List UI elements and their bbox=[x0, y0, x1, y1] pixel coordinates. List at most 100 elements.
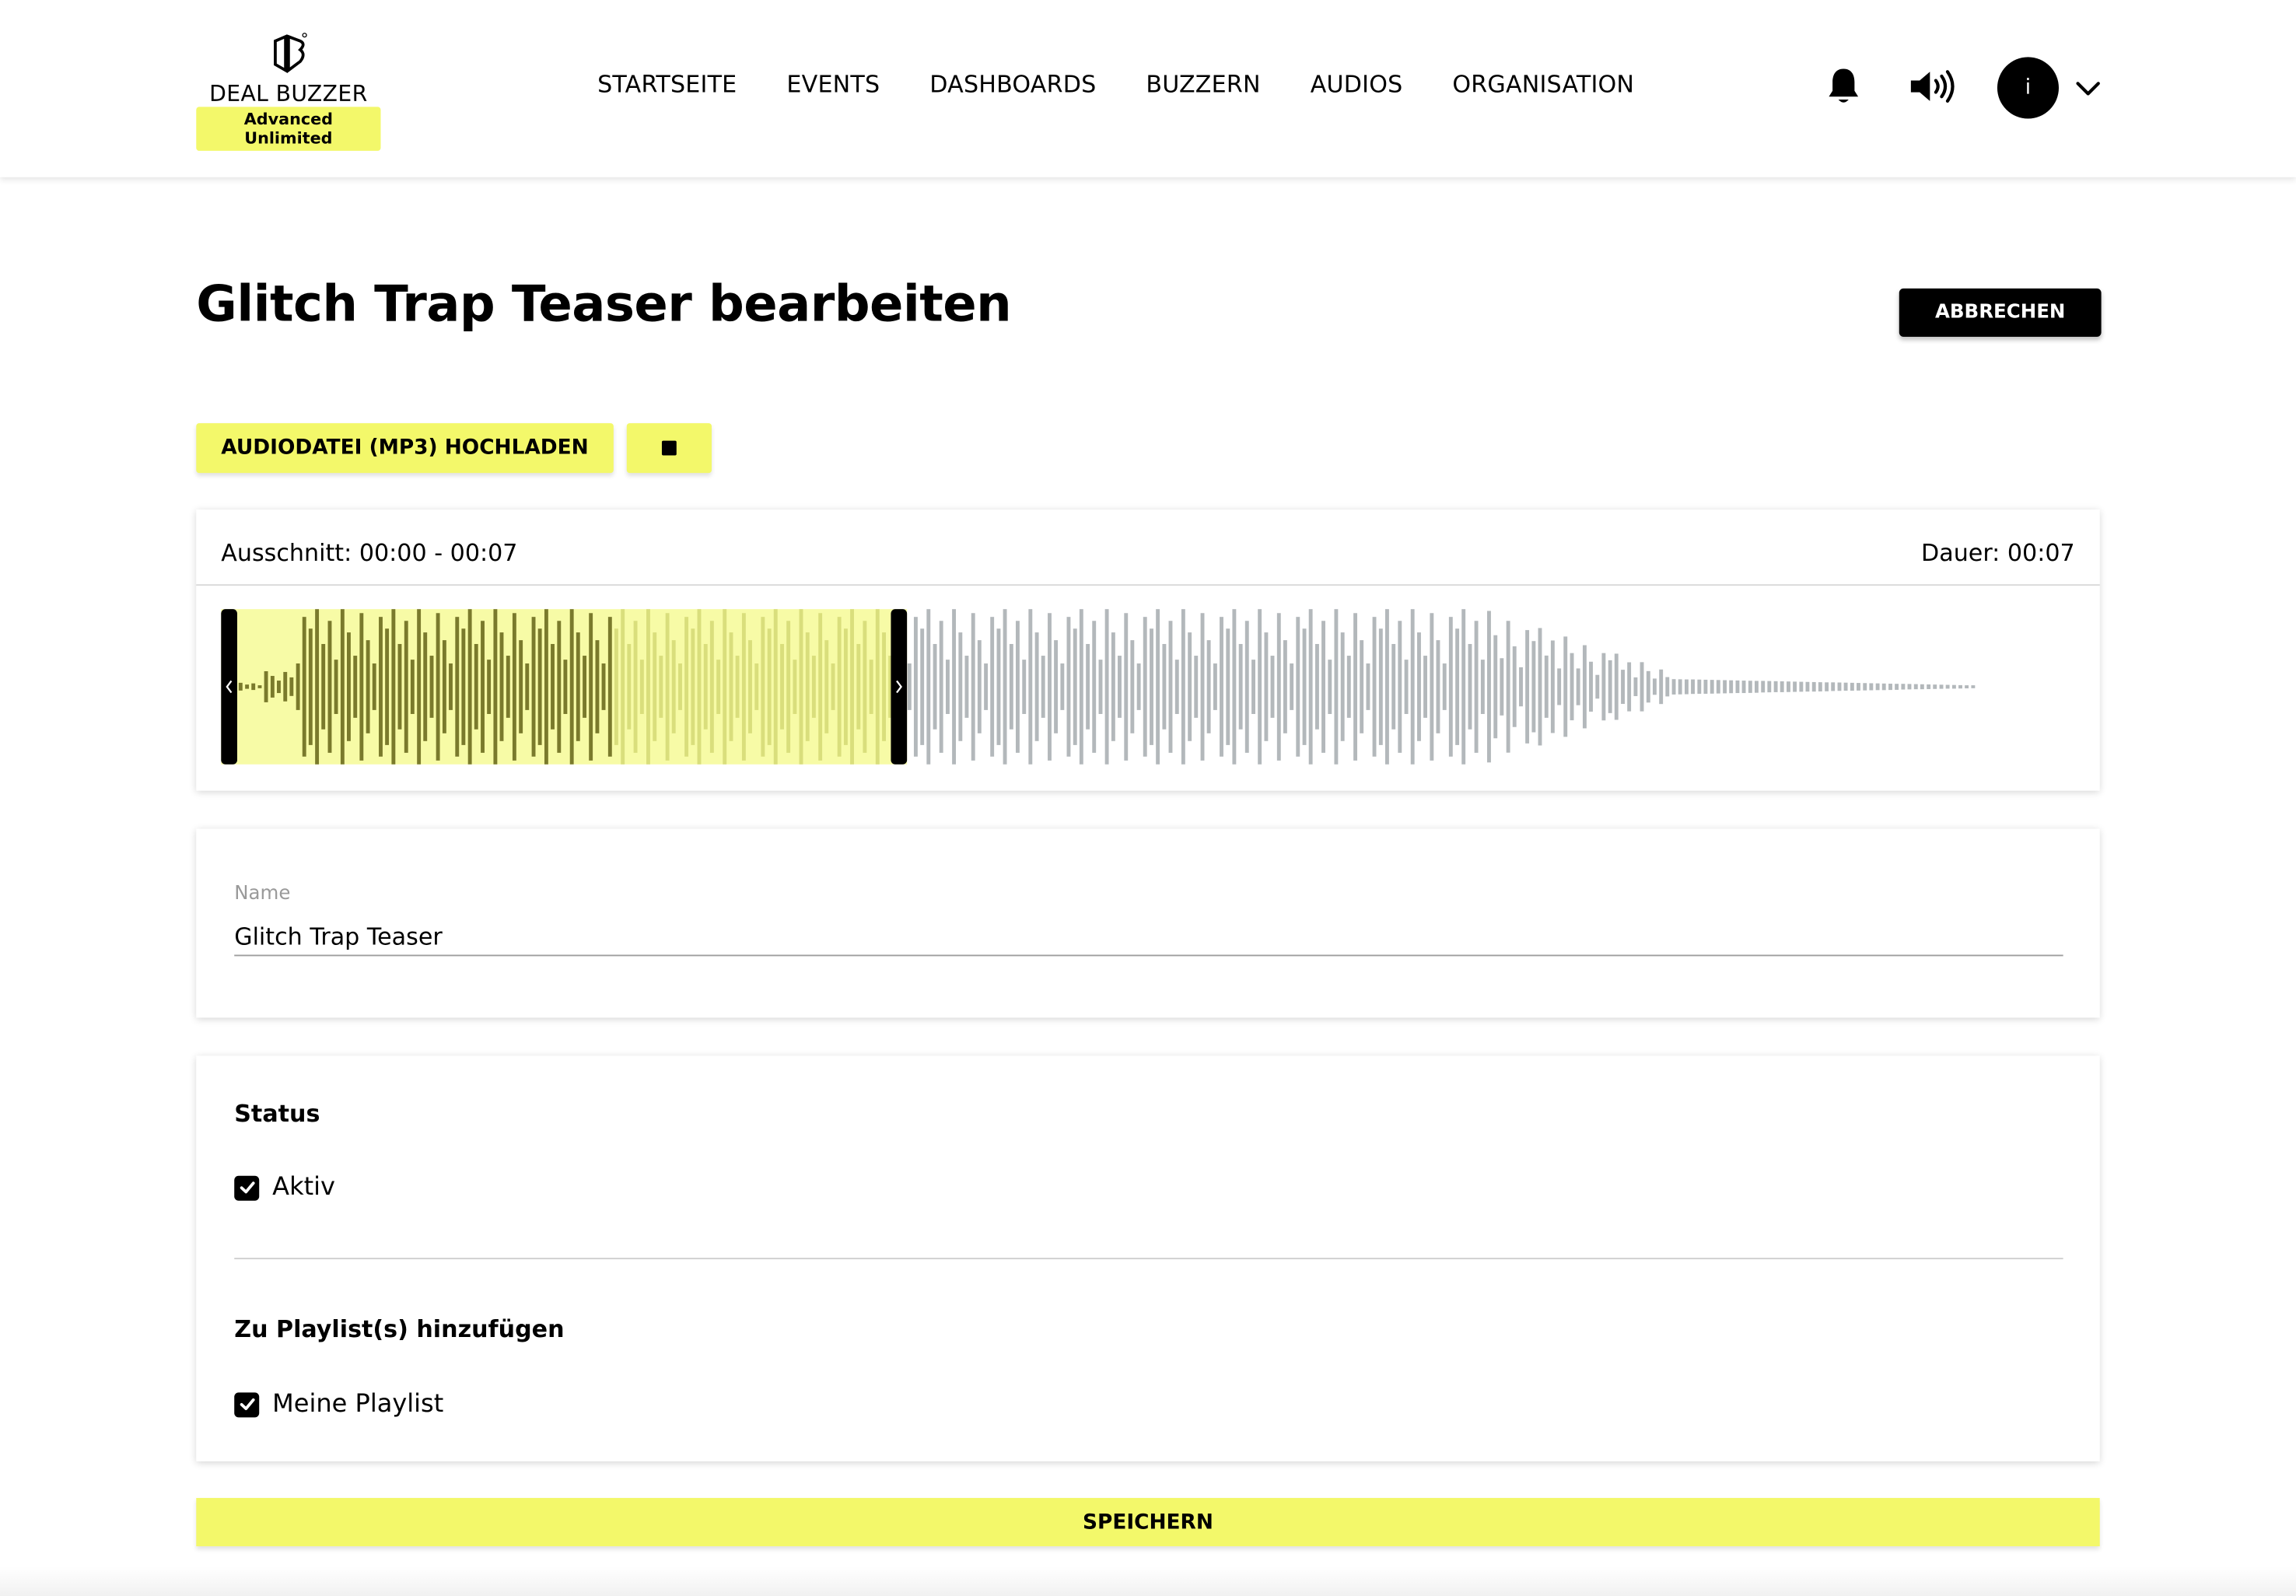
waveform-bar bbox=[1264, 632, 1269, 741]
waveform-bar bbox=[875, 609, 880, 765]
waveform-bar bbox=[1104, 609, 1109, 765]
waveform-bar bbox=[621, 609, 625, 765]
waveform-editor[interactable] bbox=[196, 584, 2099, 790]
name-input[interactable] bbox=[234, 916, 2063, 957]
waveform-bar bbox=[1945, 684, 1950, 689]
waveform-bar bbox=[856, 643, 861, 730]
waveform-bar bbox=[1493, 635, 1498, 739]
waveform-bar bbox=[1741, 681, 1746, 694]
waveform-bar bbox=[245, 684, 250, 689]
waveform-bar bbox=[952, 609, 956, 765]
waveform-bar bbox=[1461, 609, 1466, 765]
waveform-bar bbox=[1589, 661, 1593, 712]
waveform-bar bbox=[1582, 645, 1587, 729]
waveform-bar bbox=[793, 660, 797, 714]
speaker-icon[interactable] bbox=[1908, 65, 1958, 108]
waveform-bar bbox=[563, 660, 568, 714]
duration-label: Dauer: 00:07 bbox=[1921, 538, 2075, 567]
waveform-bar bbox=[1417, 632, 1421, 741]
waveform-bar bbox=[1118, 656, 1122, 718]
save-button[interactable]: SPEICHERN bbox=[196, 1497, 2100, 1547]
waveform-bar bbox=[1174, 660, 1179, 714]
brand-logo[interactable]: DEAL BUZZER Advanced Unlimited bbox=[196, 32, 381, 151]
waveform-bar bbox=[1500, 658, 1504, 716]
active-checkbox[interactable] bbox=[234, 1174, 260, 1200]
waveform-bar bbox=[729, 632, 733, 741]
waveform-bar bbox=[1334, 609, 1339, 765]
user-avatar[interactable]: i bbox=[1997, 57, 2060, 119]
waveform-bar bbox=[283, 671, 288, 702]
playlist-checkbox[interactable] bbox=[234, 1391, 260, 1417]
cancel-button[interactable]: ABBRECHEN bbox=[1899, 288, 2102, 338]
waveform-bar bbox=[576, 632, 580, 741]
deal-buzzer-logo-icon bbox=[274, 33, 307, 74]
nav-item-startseite[interactable]: STARTSEITE bbox=[597, 70, 737, 98]
waveform-bar bbox=[735, 656, 740, 718]
waveform-bar bbox=[1086, 643, 1090, 730]
stop-button[interactable] bbox=[626, 423, 712, 474]
waveform-bar bbox=[1920, 684, 1924, 690]
waveform-bar bbox=[1684, 679, 1689, 695]
status-card: Status Aktiv Zu Playlist(s) hinzufügen M… bbox=[196, 1055, 2100, 1461]
waveform-bar bbox=[837, 617, 842, 757]
waveform-bar bbox=[907, 663, 912, 710]
selection-start-handle[interactable] bbox=[221, 609, 237, 765]
waveform-bar bbox=[1927, 684, 1931, 689]
check-icon bbox=[239, 1181, 254, 1194]
waveform-bar bbox=[1633, 677, 1638, 697]
waveform-bar bbox=[716, 660, 721, 714]
waveform-bar bbox=[1787, 681, 1790, 692]
waveform-bar bbox=[1729, 680, 1734, 694]
waveform-bar bbox=[1716, 680, 1720, 694]
waveform-bar bbox=[1328, 660, 1332, 714]
playlist-checkbox-row[interactable]: Meine Playlist bbox=[234, 1390, 443, 1419]
waveform-bar bbox=[818, 613, 823, 761]
waveform-bar bbox=[1258, 609, 1262, 765]
waveform-bar bbox=[1818, 682, 1822, 691]
waveform-bar bbox=[1366, 663, 1370, 710]
waveform-bar bbox=[537, 628, 542, 745]
waveform-bar bbox=[353, 656, 358, 718]
nav-item-dashboards[interactable]: DASHBOARDS bbox=[929, 70, 1096, 98]
waveform-bar bbox=[1314, 643, 1319, 730]
nav-item-buzzern[interactable]: BUZZERN bbox=[1146, 70, 1260, 98]
waveform-bar bbox=[1780, 681, 1784, 692]
waveform-bar bbox=[1028, 609, 1033, 765]
waveform-bar bbox=[1448, 617, 1453, 757]
waveform-bar bbox=[315, 609, 320, 765]
upload-audio-button[interactable]: AUDIODATEI (MP3) HOCHLADEN bbox=[196, 423, 614, 474]
waveform-bar bbox=[920, 628, 925, 745]
waveform-bar bbox=[653, 632, 657, 741]
nav-item-events[interactable]: EVENTS bbox=[786, 70, 880, 98]
waveform-bar bbox=[1595, 674, 1600, 699]
nav-item-audios[interactable]: AUDIOS bbox=[1311, 70, 1403, 98]
main-nav: STARTSEITE EVENTS DASHBOARDS BUZZERN AUD… bbox=[597, 70, 1634, 98]
nav-item-organisation[interactable]: ORGANISATION bbox=[1452, 70, 1634, 98]
waveform-card: Ausschnitt: 00:00 - 00:07 Dauer: 00:07 bbox=[196, 509, 2100, 791]
waveform-bar bbox=[1346, 656, 1351, 718]
waveform-bar bbox=[404, 621, 408, 753]
bell-icon[interactable] bbox=[1822, 65, 1865, 108]
waveform-bar bbox=[1340, 632, 1345, 741]
active-checkbox-row[interactable]: Aktiv bbox=[234, 1173, 335, 1202]
waveform-bar bbox=[544, 609, 548, 765]
waveform-bar bbox=[1805, 681, 1810, 692]
stop-icon bbox=[661, 440, 677, 456]
selection-end-handle[interactable] bbox=[891, 609, 908, 765]
chevron-down-icon[interactable] bbox=[2075, 76, 2102, 100]
waveform-bar bbox=[946, 660, 950, 714]
waveform-bar bbox=[1544, 655, 1549, 718]
waveform-bar bbox=[1188, 632, 1192, 741]
section-divider bbox=[234, 1258, 2063, 1260]
waveform-bar bbox=[633, 621, 638, 753]
waveform-bar bbox=[1360, 640, 1364, 733]
waveform-bar bbox=[397, 643, 402, 730]
waveform-bar bbox=[455, 617, 460, 757]
waveform-bar bbox=[1442, 663, 1447, 710]
waveform-bar bbox=[270, 676, 275, 698]
waveform-bar bbox=[614, 628, 618, 745]
waveform-header: Ausschnitt: 00:00 - 00:07 Dauer: 00:07 bbox=[196, 509, 2100, 586]
waveform-bar bbox=[1869, 683, 1874, 691]
waveform-bar bbox=[1754, 681, 1759, 693]
waveform-bar bbox=[607, 617, 612, 757]
